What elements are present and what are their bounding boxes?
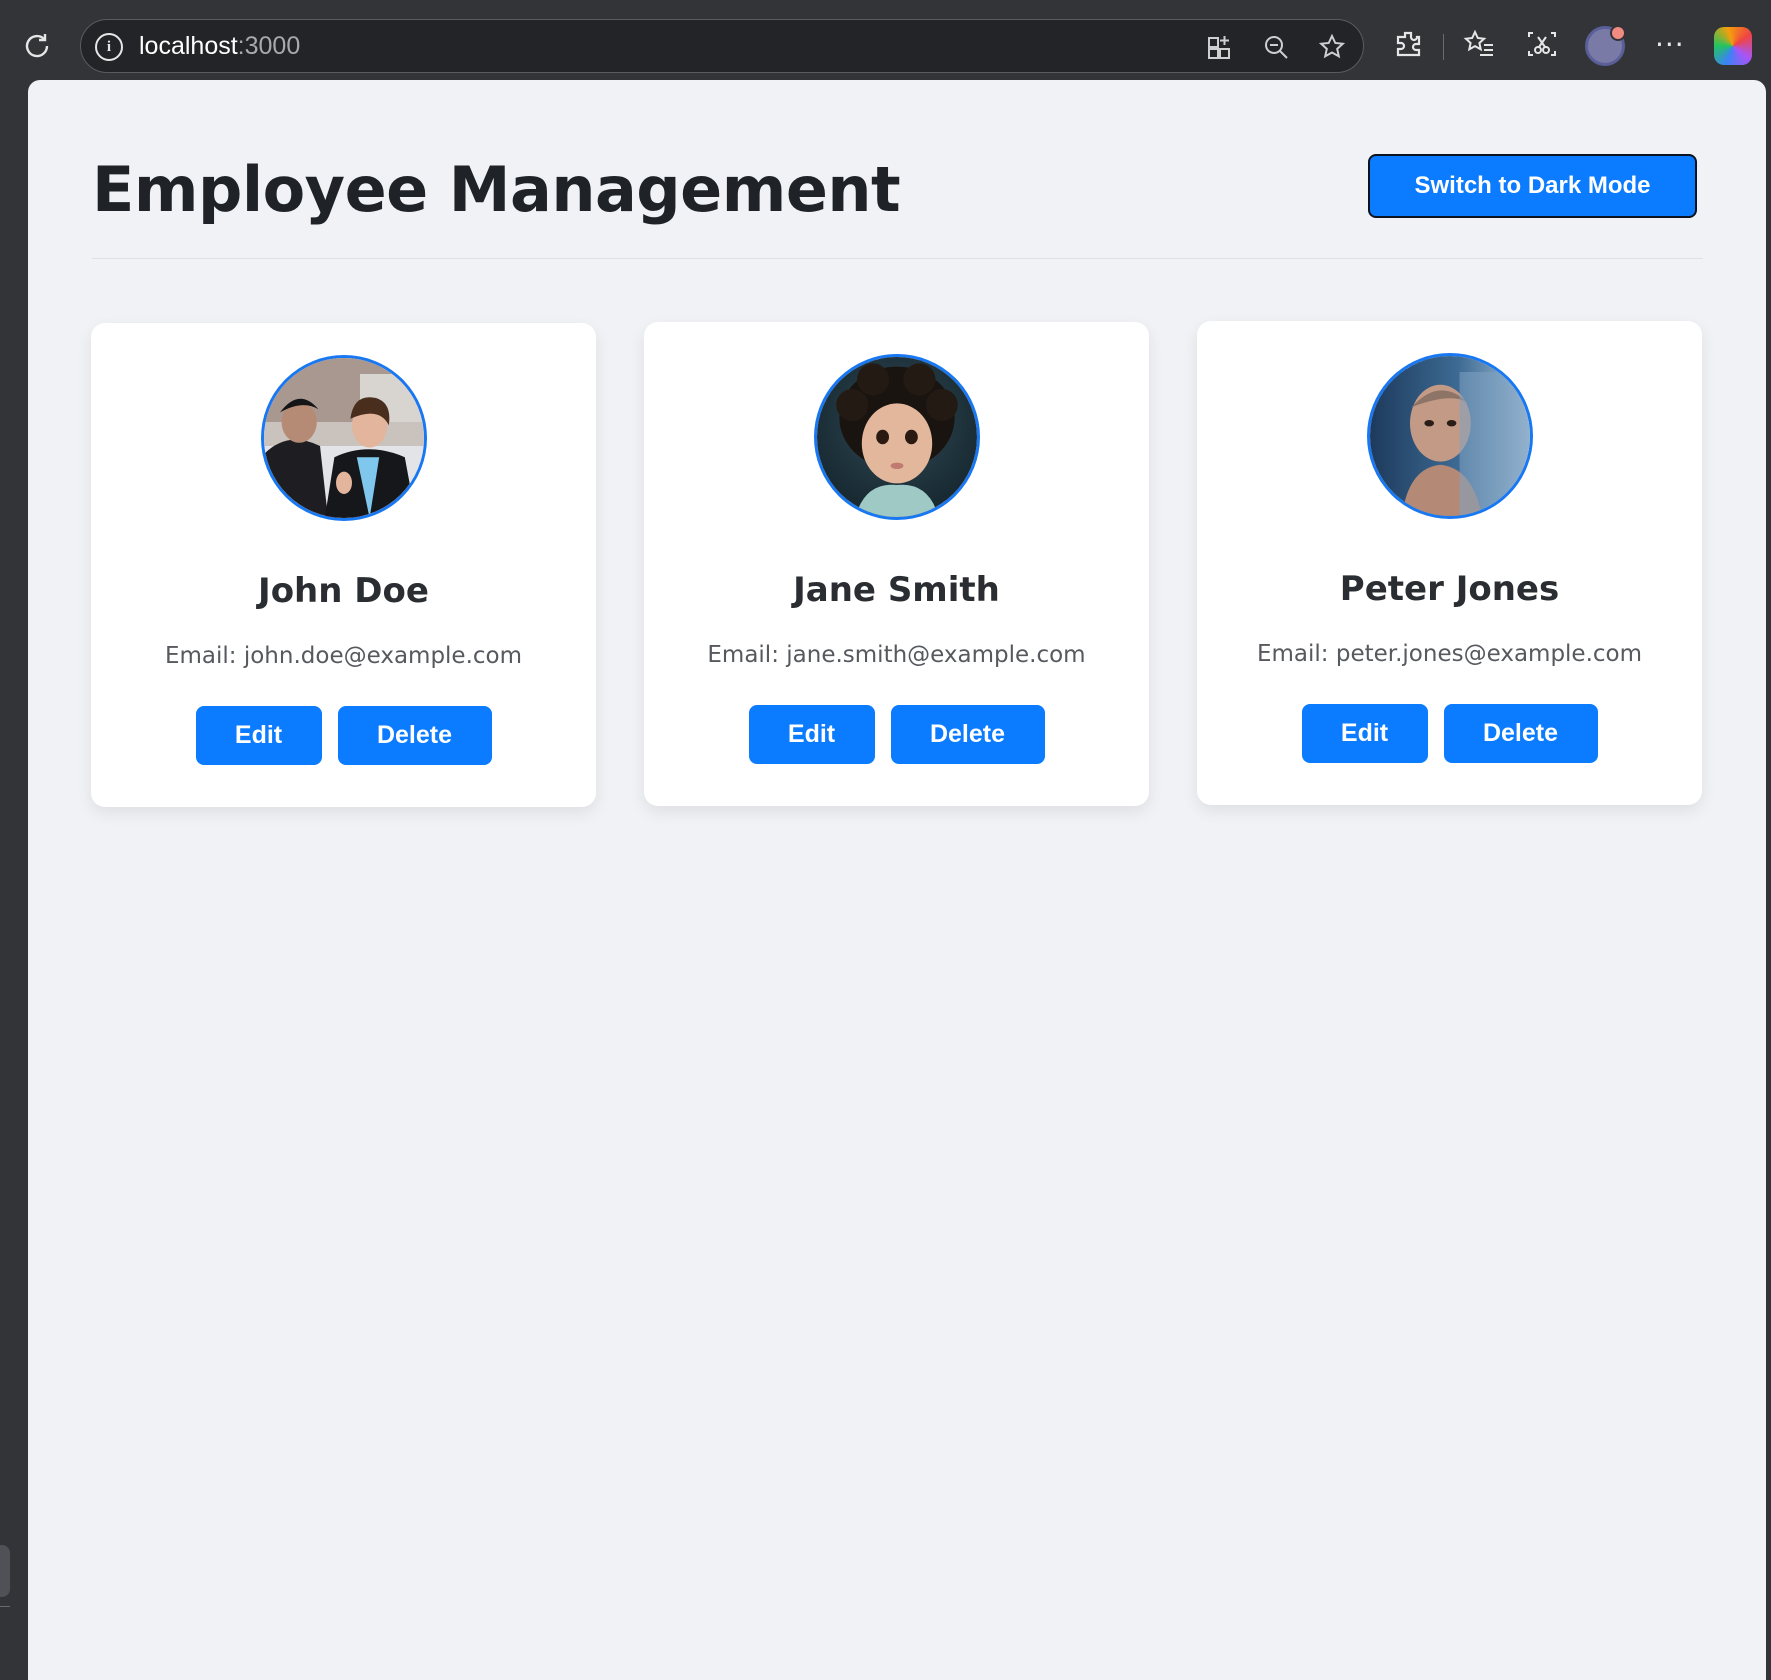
employee-card: John Doe Email: john.doe@example.com Edi… [91,323,596,807]
employee-photo [261,355,427,521]
employee-name: Peter Jones [1339,569,1560,609]
more-icon[interactable]: ··· [1655,28,1685,61]
profile-icon[interactable] [1585,25,1626,66]
header-divider [92,258,1703,259]
employee-photo [1367,353,1533,519]
star-icon[interactable] [1317,32,1347,62]
url-port: :3000 [237,32,301,60]
url-text[interactable]: localhost:3000 [139,32,300,61]
employee-card: Peter Jones Email: peter.jones@example.c… [1197,321,1702,805]
employee-name: Jane Smith [793,570,1000,610]
sidebar-handle[interactable] [0,1545,10,1597]
delete-button[interactable]: Delete [337,706,492,765]
page-title: Employee Management [92,153,901,226]
card-actions: Edit Delete [644,705,1149,764]
sidebar-divider [0,1606,10,1607]
card-actions: Edit Delete [1197,704,1702,763]
delete-button[interactable]: Delete [890,705,1045,764]
zoom-out-icon[interactable] [1261,32,1291,62]
reload-icon[interactable] [20,29,54,63]
employee-card: Jane Smith Email: jane.smith@example.com… [644,322,1149,806]
address-bar[interactable]: i localhost:3000 [80,19,1364,73]
extensions-icon[interactable] [1390,26,1426,62]
browser-toolbar: i localhost:3000 ··· [0,0,1771,80]
url-host: localhost [139,32,238,60]
apps-icon[interactable] [1205,32,1235,62]
toolbar-divider [1443,34,1444,60]
delete-button[interactable]: Delete [1443,704,1598,763]
dark-mode-toggle-button[interactable]: Switch to Dark Mode [1368,154,1697,218]
info-icon[interactable]: i [95,33,123,61]
employee-name: John Doe [258,571,429,611]
employee-photo [814,354,980,520]
employee-email: Email: jane.smith@example.com [707,642,1086,668]
employee-email: Email: peter.jones@example.com [1256,641,1643,667]
card-actions: Edit Delete [91,706,596,765]
employee-email: Email: john.doe@example.com [164,643,523,669]
page-viewport: Employee Management Switch to Dark Mode [28,80,1766,1680]
edit-button[interactable]: Edit [1301,704,1428,763]
favorites-icon[interactable] [1461,26,1497,62]
copilot-icon[interactable] [1714,27,1752,65]
screenshot-icon[interactable] [1524,26,1560,62]
edit-button[interactable]: Edit [195,706,322,765]
edit-button[interactable]: Edit [748,705,875,764]
